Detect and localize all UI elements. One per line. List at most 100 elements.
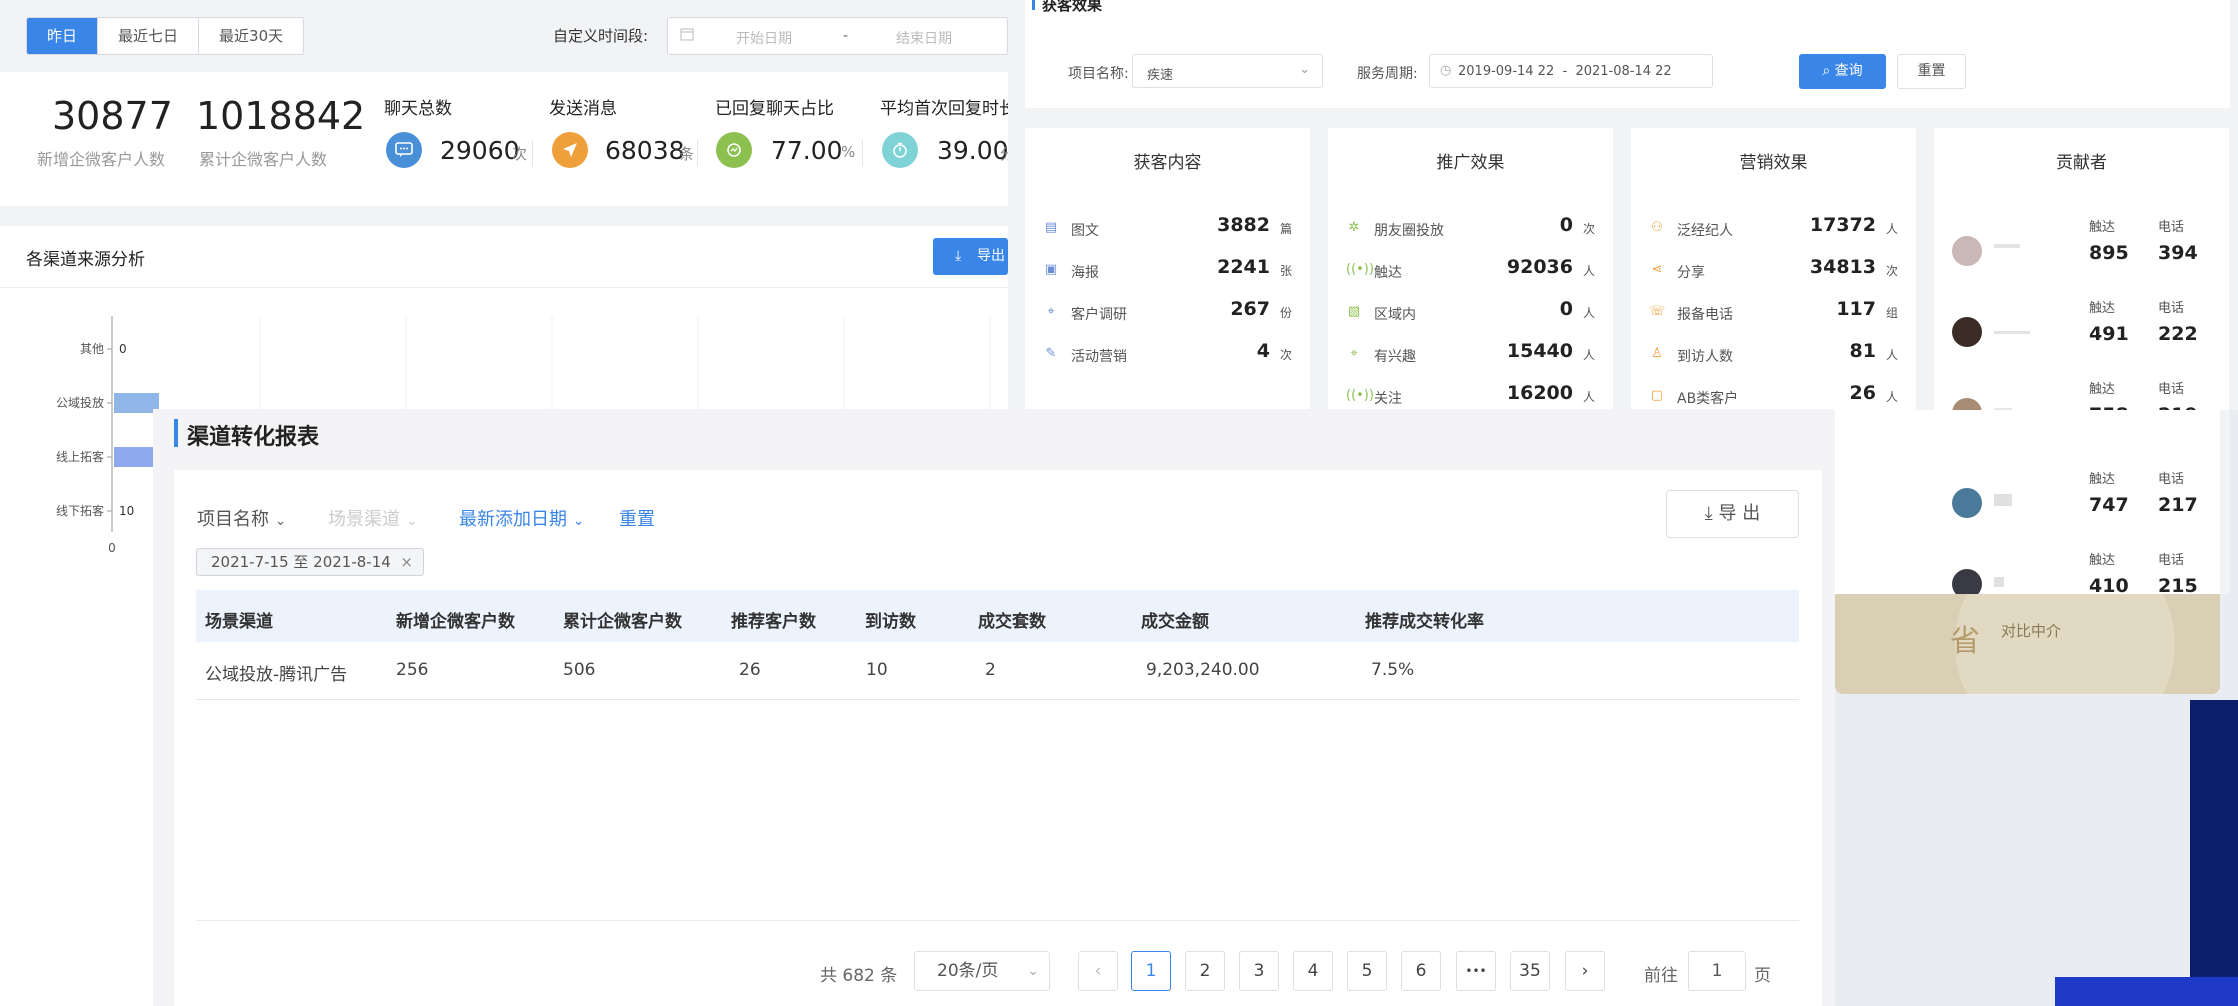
page-button[interactable]: 5 <box>1347 951 1387 991</box>
custom-range-label: 自定义时间段: <box>553 27 649 45</box>
search-label: 查询 <box>1834 63 1863 79</box>
page-button[interactable]: 2 <box>1185 951 1225 991</box>
metric-label: 分享 <box>1677 265 1705 281</box>
metric-label: 触达 <box>1374 265 1402 281</box>
table-cell: 26 <box>739 660 761 680</box>
kpi-title: 发送消息 <box>549 99 617 119</box>
metric-value: 92036 <box>1506 256 1573 278</box>
project-label: 项目名称: <box>1068 66 1129 82</box>
metric-label: 关注 <box>1374 391 1402 407</box>
tab-yesterday[interactable]: 昨日 <box>27 18 99 54</box>
start-date-input[interactable]: 开始日期 <box>736 28 792 48</box>
metric-label: 泛经纪人 <box>1677 223 1733 239</box>
card-title: 获客内容 <box>1133 153 1202 173</box>
chart-export-button[interactable]: ⤓ 导出 <box>933 238 1008 275</box>
kpi-title: 已回复聊天占比 <box>715 99 834 119</box>
kpi-value: 68038 <box>605 136 685 165</box>
metric-row: ▢ AB类客户 26 人 <box>1649 382 1898 412</box>
close-icon[interactable]: × <box>400 549 413 575</box>
category-label: 线上拓客 <box>56 449 104 464</box>
metric-value: 2241 <box>1217 256 1270 278</box>
avatar <box>1952 236 1982 266</box>
compare-banner[interactable]: 省 对比中介 <box>1835 594 2220 694</box>
phone-value: 215 <box>2158 575 2198 594</box>
metric-value: 17372 <box>1809 214 1876 236</box>
date-range-picker[interactable]: 开始日期 - 结束日期 <box>667 17 1008 55</box>
period-value: 2019-09-14 22 - 2021-08-14 22 <box>1458 64 1672 79</box>
chevron-left-icon: ‹ <box>1094 961 1102 981</box>
metric-label: 客户调研 <box>1071 307 1127 323</box>
kpi-value: 29060 <box>440 136 520 165</box>
metric-value: 0 <box>1559 298 1573 320</box>
page-button[interactable]: 3 <box>1239 951 1279 991</box>
metric-label: 到访人数 <box>1677 349 1733 365</box>
region-icon: ▧ <box>1347 304 1361 319</box>
tab-last-30-days[interactable]: 最近30天 <box>199 18 303 54</box>
metric-label: 活动营销 <box>1071 349 1127 365</box>
acquisition-panel: 获客效果 项目名称: 疾速 ⌄ 服务周期: ◷ 2019-09-14 22 - … <box>1008 0 2238 428</box>
page-size-select[interactable]: 20条/页 ⌄ <box>914 951 1050 991</box>
reset-button[interactable]: 重置 <box>1897 54 1966 89</box>
metric-value: 34813 <box>1809 256 1876 278</box>
background-decoration <box>2055 977 2238 1006</box>
total-customers-label: 累计企微客户人数 <box>199 150 328 169</box>
report-export-button[interactable]: ⤓ 导 出 <box>1666 490 1799 538</box>
metric-unit: 人 <box>1582 390 1595 404</box>
page-button[interactable]: 4 <box>1293 951 1333 991</box>
content-card: 获客内容 ▤ 图文 3882 篇 ▣ 海报 2241 张 ⌖ 客户调研 267 … <box>1025 128 1310 410</box>
contributor-name-blur <box>1994 244 2020 248</box>
filter-latest-date[interactable]: 最新添加日期 ⌄ <box>459 505 584 531</box>
metric-unit: 篇 <box>1279 222 1292 236</box>
reach-value: 491 <box>2089 323 2129 345</box>
metric-unit: 人 <box>1885 348 1898 362</box>
project-select[interactable]: 疾速 ⌄ <box>1132 54 1323 88</box>
reach-label: 触达 <box>2089 553 2116 568</box>
reach-label: 触达 <box>2089 382 2116 397</box>
metric-value: 4 <box>1256 340 1270 362</box>
title-accent <box>1032 0 1035 10</box>
page-button[interactable]: 6 <box>1401 951 1441 991</box>
title-accent <box>174 419 178 447</box>
clock-icon: ◷ <box>1440 63 1452 78</box>
prev-page-button[interactable]: ‹ <box>1078 951 1118 991</box>
tab-last-7-days[interactable]: 最近七日 <box>98 18 200 54</box>
article-icon: ▤ <box>1044 220 1058 235</box>
chevron-right-icon: › <box>1581 961 1589 981</box>
report-title: 渠道转化报表 <box>187 425 320 450</box>
card-title: 营销效果 <box>1739 153 1808 173</box>
background-area <box>0 625 153 1006</box>
metric-unit: 人 <box>1582 348 1595 362</box>
filter-project[interactable]: 项目名称 ⌄ <box>197 505 286 531</box>
date-range-tabs: 昨日 最近七日 最近30天 <box>26 17 305 55</box>
promotion-card: 推广效果 ✲ 朋友圈投放 0 次 ((•)) 触达 92036 人 ▧ 区域内 … <box>1328 128 1613 410</box>
reset-filter-link[interactable]: 重置 <box>619 505 655 531</box>
table-cell: 7.5% <box>1371 660 1415 680</box>
chat-icon <box>386 132 422 168</box>
metric-row: ⚇ 泛经纪人 17372 人 <box>1649 214 1898 244</box>
page-suffix: 页 <box>1754 966 1771 986</box>
filter-scene-channel[interactable]: 场景渠道 ⌄ <box>328 505 417 531</box>
metric-value: 16200 <box>1506 382 1573 404</box>
kpi-unit: 次 <box>512 145 528 163</box>
metric-unit: 组 <box>1885 306 1898 320</box>
avatar <box>1952 569 1982 594</box>
page-button[interactable]: 1 <box>1131 951 1171 991</box>
metric-row: ((•)) 关注 16200 人 <box>1346 382 1595 412</box>
metric-label: 报备电话 <box>1677 307 1733 323</box>
metric-label: 海报 <box>1071 265 1099 281</box>
search-button[interactable]: ⌕ 查询 <box>1799 54 1886 89</box>
divider <box>196 920 1799 921</box>
page-button[interactable]: 35 <box>1510 951 1550 991</box>
category-label: 公域投放 <box>56 395 104 410</box>
next-page-button[interactable]: › <box>1565 951 1605 991</box>
phone-label: 电话 <box>2158 382 2185 397</box>
phone-label: 电话 <box>2158 301 2185 316</box>
page-ellipsis[interactable]: ••• <box>1456 951 1496 991</box>
metric-value: 81 <box>1849 340 1876 362</box>
reach-value: 747 <box>2089 494 2129 516</box>
period-picker[interactable]: ◷ 2019-09-14 22 - 2021-08-14 22 <box>1429 54 1713 88</box>
reach-icon: ((•)) <box>1346 262 1374 277</box>
goto-page-input[interactable]: 1 <box>1688 951 1746 991</box>
end-date-input[interactable]: 结束日期 <box>896 28 952 48</box>
table-cell: 10 <box>866 660 888 680</box>
